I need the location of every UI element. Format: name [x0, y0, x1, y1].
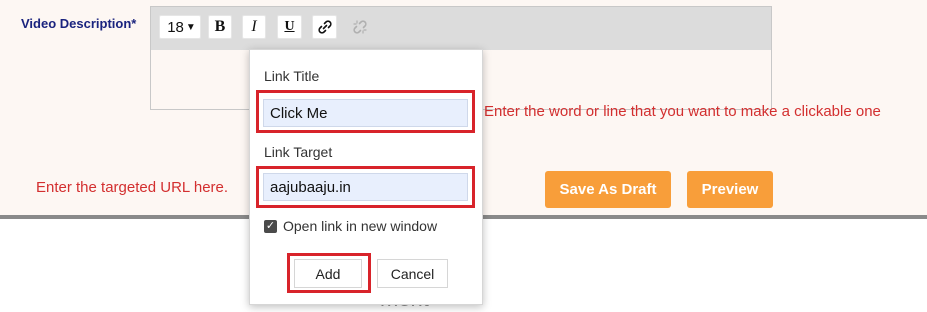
preview-button[interactable]: Preview — [687, 171, 773, 208]
open-new-window-option[interactable]: ✓ Open link in new window — [264, 218, 437, 234]
link-target-label: Link Target — [264, 144, 333, 160]
cancel-button[interactable]: Cancel — [377, 259, 448, 288]
insert-link-dialog: Link Title Click Me Link Target aajubaaj… — [249, 49, 483, 305]
video-description-label: Video Description* — [21, 16, 137, 31]
link-title-hint: Enter the word or line that you want to … — [484, 103, 881, 120]
link-title-label: Link Title — [264, 68, 320, 84]
font-size-select[interactable]: 18 ▼ — [159, 15, 201, 39]
link-target-highlight — [256, 166, 475, 208]
link-button[interactable] — [312, 15, 337, 39]
unlink-button[interactable] — [347, 15, 372, 39]
open-new-window-checkbox[interactable]: ✓ — [264, 219, 277, 233]
editor-toolbar: 18 ▼ B I U — [151, 7, 771, 50]
caret-down-icon: ▼ — [185, 21, 196, 33]
link-icon — [317, 20, 332, 34]
unlink-icon — [352, 20, 367, 34]
open-new-window-label: Open link in new window — [283, 218, 438, 234]
font-size-value: 18 — [167, 18, 184, 36]
italic-button[interactable]: I — [242, 15, 266, 39]
save-as-draft-button[interactable]: Save As Draft — [545, 171, 671, 208]
bold-button[interactable]: B — [208, 15, 232, 39]
add-button-highlight — [287, 253, 371, 293]
link-title-highlight — [256, 90, 475, 133]
underline-button[interactable]: U — [277, 15, 302, 39]
link-target-hint: Enter the targeted URL here. — [36, 179, 229, 196]
